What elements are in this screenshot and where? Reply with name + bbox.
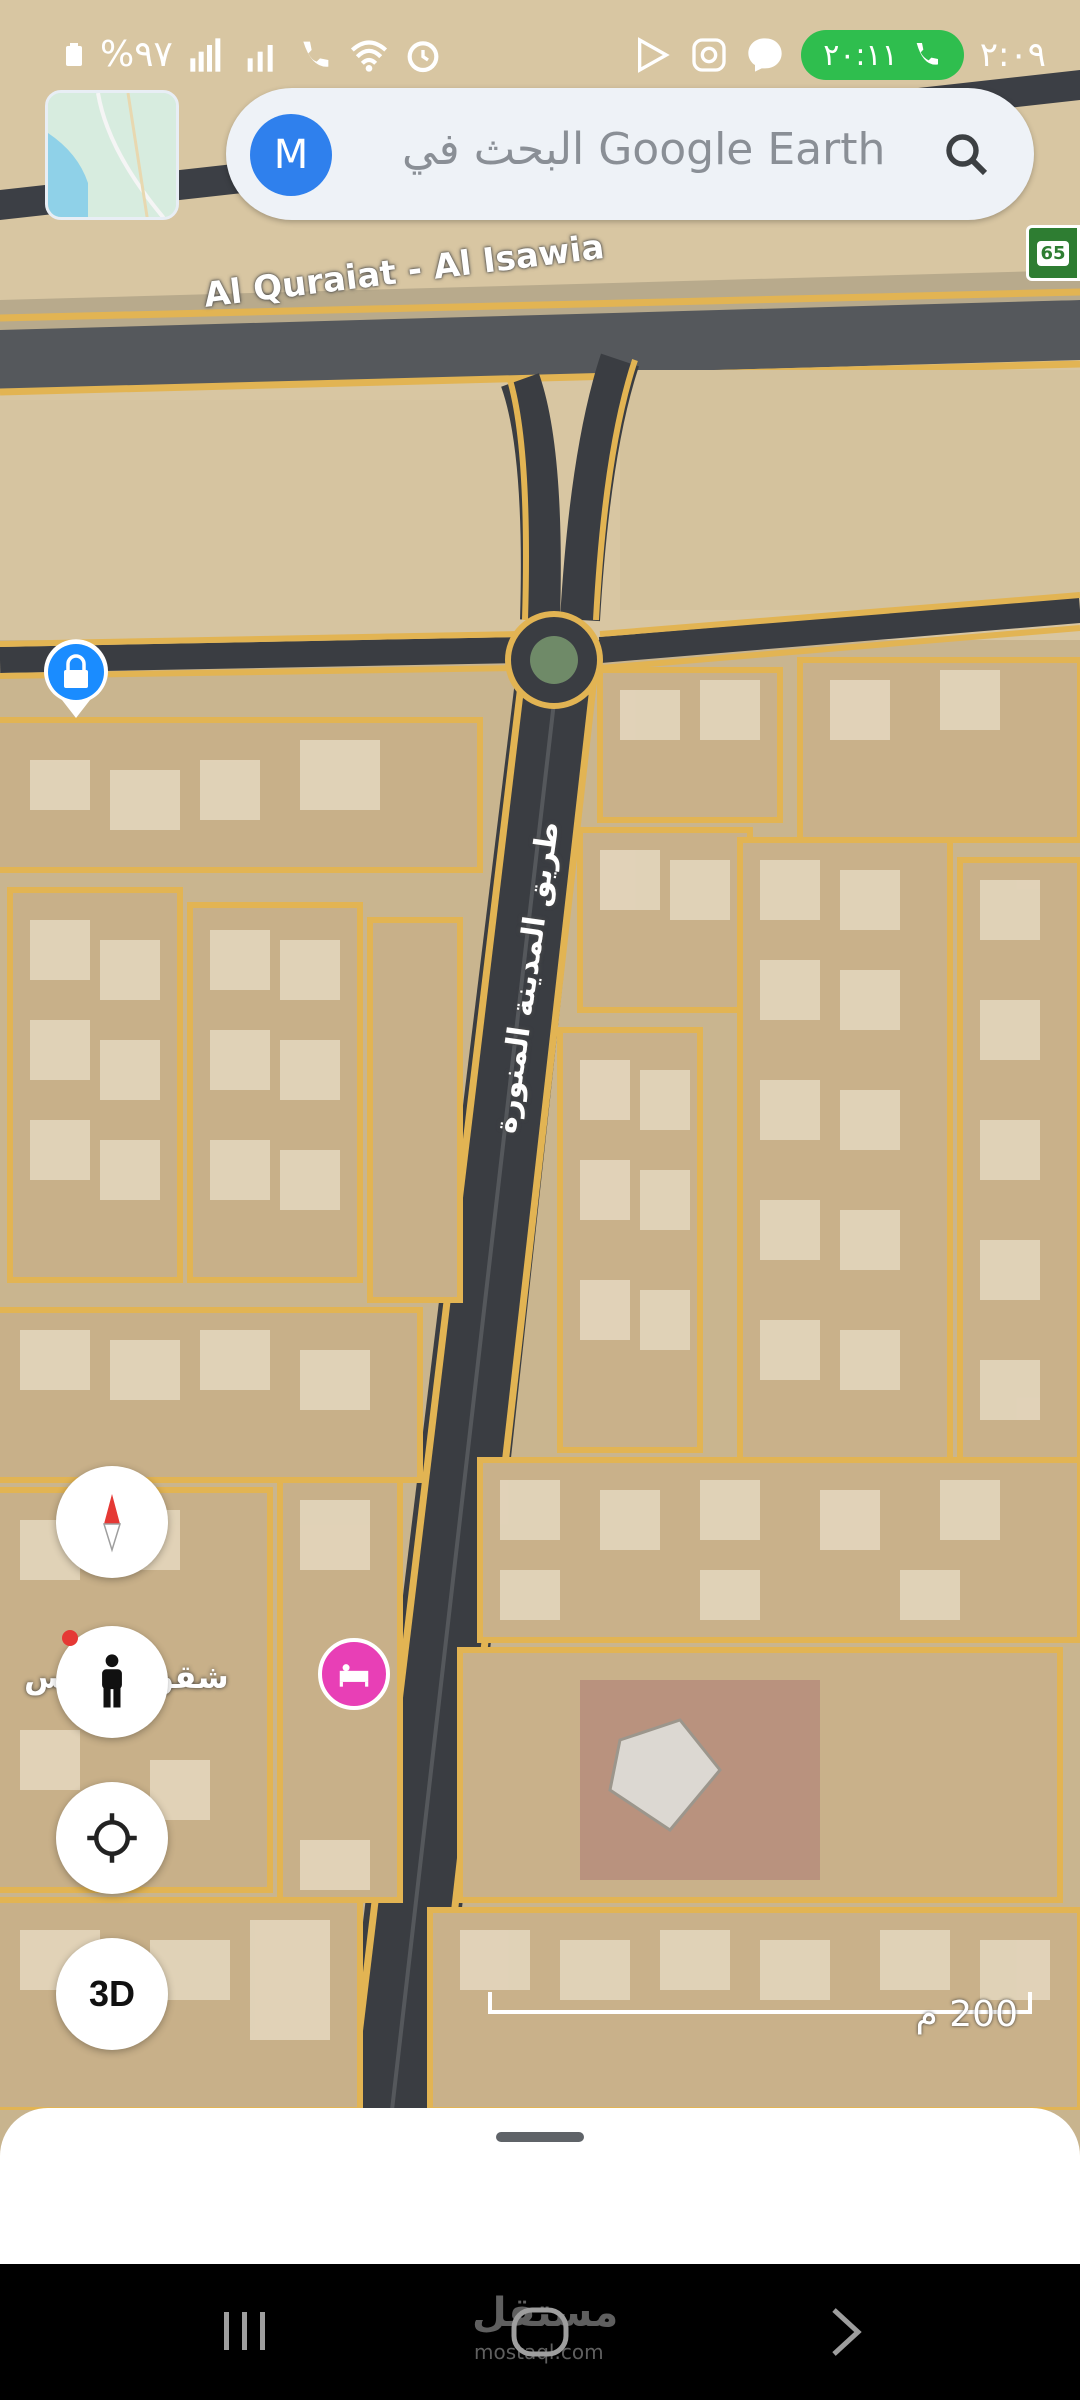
home-icon[interactable] [508, 2304, 572, 2360]
search-icon[interactable] [940, 128, 994, 182]
toggle-3d-button[interactable]: 3D [56, 1938, 168, 2050]
status-left: %٩٧ [62, 34, 443, 75]
battery-percent: %٩٧ [100, 34, 173, 75]
recent-apps-icon[interactable] [222, 2310, 268, 2352]
status-bar: %٩٧ ٢٠:١١ ٢:٠٩ [0, 0, 1080, 88]
status-right: ٢٠:١١ ٢:٠٩ [633, 30, 1046, 80]
play-store-icon [638, 37, 670, 73]
crosshair-icon [87, 1813, 137, 1863]
messenger-icon [748, 38, 782, 72]
bed-icon [339, 1664, 369, 1687]
back-icon[interactable] [826, 2306, 866, 2358]
satellite-map[interactable] [0, 0, 1080, 2110]
search-input[interactable]: البحث في Google Earth [402, 124, 885, 175]
pegman-icon [102, 1654, 122, 1708]
system-nav-bar: مستقل mostaql.com [0, 2264, 1080, 2400]
call-pill[interactable]: ٢٠:١١ [801, 30, 964, 80]
battery-icon [66, 42, 82, 66]
avatar[interactable]: M [250, 114, 332, 196]
my-location-button[interactable] [56, 1782, 168, 1894]
signal-icon-2 [247, 44, 273, 72]
hotel-pin[interactable] [318, 1638, 390, 1710]
wifi-icon [350, 39, 387, 72]
compass-icon [102, 1494, 122, 1553]
mini-map-icon [48, 93, 176, 217]
scale-label: 200 م [915, 1994, 1018, 2035]
instagram-icon [692, 38, 726, 72]
sheet-drag-handle[interactable] [496, 2132, 584, 2142]
signal-icon [190, 37, 221, 72]
clock: ٢:٠٩ [979, 35, 1046, 75]
route-shield: 65 [1026, 225, 1080, 281]
lock-pin-icon[interactable] [40, 636, 112, 720]
route-shield-number: 65 [1037, 240, 1069, 266]
bottom-sheet[interactable] [0, 2108, 1080, 2264]
phone-icon [916, 43, 938, 65]
search-bar[interactable]: M البحث في Google Earth [226, 88, 1034, 220]
call-timer: ٢٠:١١ [823, 37, 898, 73]
wifi-call-icon [303, 41, 329, 67]
notification-dot [62, 1630, 78, 1646]
map-thumbnail-button[interactable] [45, 90, 179, 220]
alarm-icon [407, 40, 439, 72]
compass-button[interactable] [56, 1466, 168, 1578]
